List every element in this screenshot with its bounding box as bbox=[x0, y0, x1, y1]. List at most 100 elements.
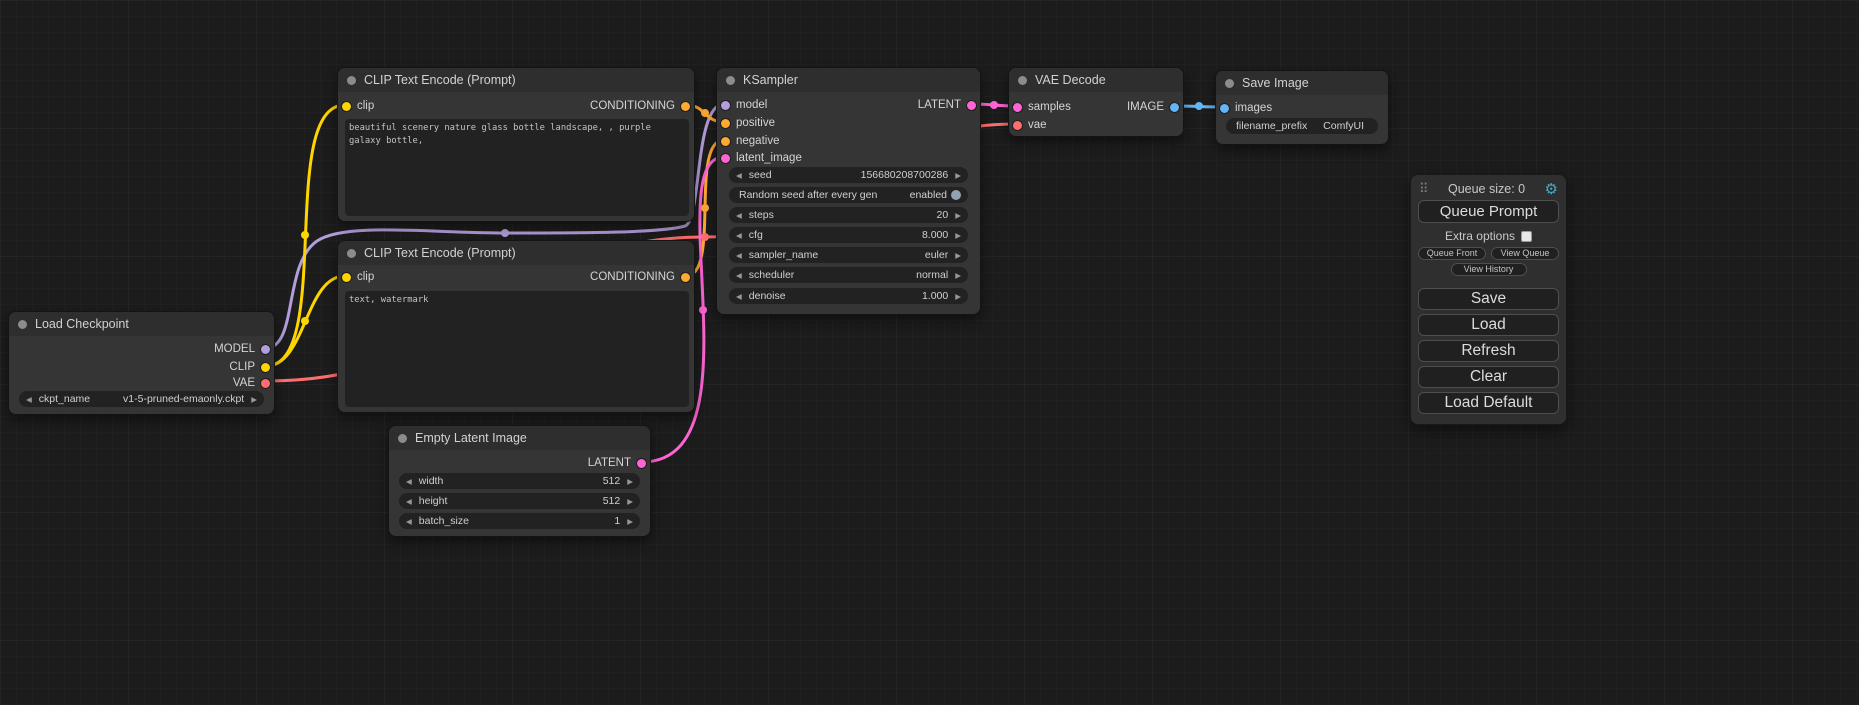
decrement-arrow-icon[interactable]: ◀ bbox=[736, 171, 742, 180]
load-button[interactable]: Load bbox=[1418, 314, 1559, 336]
decrement-arrow-icon[interactable]: ◀ bbox=[736, 251, 742, 260]
output-label: VAE bbox=[233, 377, 255, 389]
seed-widget[interactable]: ◀ seed 156680208700286 ▶ bbox=[729, 167, 968, 183]
queue-front-button[interactable]: Queue Front bbox=[1418, 247, 1486, 260]
toggle-knob[interactable] bbox=[951, 190, 961, 200]
node-clip-text-encode-positive[interactable]: CLIP Text Encode (Prompt) clip CONDITION… bbox=[337, 67, 695, 222]
model-input-port[interactable] bbox=[721, 101, 730, 110]
clip-output-port[interactable] bbox=[261, 363, 270, 372]
filename-prefix-widget[interactable]: filename_prefix ComfyUI bbox=[1226, 118, 1378, 134]
increment-arrow-icon[interactable]: ▶ bbox=[627, 497, 633, 506]
node-titlebar[interactable]: Load Checkpoint bbox=[9, 312, 274, 336]
decrement-arrow-icon[interactable]: ◀ bbox=[406, 497, 412, 506]
conditioning-output-port[interactable] bbox=[681, 273, 690, 282]
latent-output-port[interactable] bbox=[637, 459, 646, 468]
input-label: latent_image bbox=[736, 152, 802, 164]
scheduler-widget[interactable]: ◀ scheduler normal ▶ bbox=[729, 267, 968, 283]
increment-arrow-icon[interactable]: ▶ bbox=[627, 517, 633, 526]
save-button[interactable]: Save bbox=[1418, 288, 1559, 310]
node-titlebar[interactable]: Save Image bbox=[1216, 71, 1388, 95]
decrement-arrow-icon[interactable]: ◀ bbox=[736, 211, 742, 220]
decrement-arrow-icon[interactable]: ◀ bbox=[736, 271, 742, 280]
steps-widget[interactable]: ◀ steps 20 ▶ bbox=[729, 207, 968, 223]
node-titlebar[interactable]: VAE Decode bbox=[1009, 68, 1183, 92]
height-widget[interactable]: ◀ height 512 ▶ bbox=[399, 493, 640, 509]
decrement-arrow-icon[interactable]: ◀ bbox=[406, 517, 412, 526]
widget-label: sampler_name bbox=[749, 249, 818, 261]
node-vae-decode[interactable]: VAE Decode samples IMAGE vae bbox=[1008, 67, 1184, 137]
node-clip-text-encode-negative[interactable]: CLIP Text Encode (Prompt) clip CONDITION… bbox=[337, 240, 695, 413]
node-titlebar[interactable]: CLIP Text Encode (Prompt) bbox=[338, 241, 694, 265]
node-graph-canvas[interactable]: Load Checkpoint MODEL CLIP VAE ◀ ckpt_na… bbox=[0, 0, 1859, 705]
samples-input-port[interactable] bbox=[1013, 103, 1022, 112]
widget-value: 156680208700286 bbox=[861, 169, 949, 181]
model-output-port[interactable] bbox=[261, 345, 270, 354]
collapse-dot-icon[interactable] bbox=[1018, 76, 1027, 85]
node-empty-latent-image[interactable]: Empty Latent Image LATENT ◀ width 512 ▶ … bbox=[388, 425, 651, 537]
increment-arrow-icon[interactable]: ▶ bbox=[251, 395, 257, 404]
vae-output-port[interactable] bbox=[261, 379, 270, 388]
collapse-dot-icon[interactable] bbox=[347, 249, 356, 258]
collapse-dot-icon[interactable] bbox=[347, 76, 356, 85]
view-history-button[interactable]: View History bbox=[1451, 263, 1527, 276]
latent-image-input-port[interactable] bbox=[721, 154, 730, 163]
collapse-dot-icon[interactable] bbox=[18, 320, 27, 329]
negative-input-port[interactable] bbox=[721, 137, 730, 146]
increment-arrow-icon[interactable]: ▶ bbox=[955, 211, 961, 220]
node-save-image[interactable]: Save Image images filename_prefix ComfyU… bbox=[1215, 70, 1389, 145]
input-label: samples bbox=[1028, 101, 1071, 113]
collapse-dot-icon[interactable] bbox=[398, 434, 407, 443]
prompt-textarea[interactable]: text, watermark bbox=[345, 291, 689, 407]
input-label: clip bbox=[357, 100, 374, 112]
decrement-arrow-icon[interactable]: ◀ bbox=[406, 477, 412, 486]
widget-value: normal bbox=[916, 269, 948, 281]
load-default-button[interactable]: Load Default bbox=[1418, 392, 1559, 414]
width-widget[interactable]: ◀ width 512 ▶ bbox=[399, 473, 640, 489]
queue-prompt-button[interactable]: Queue Prompt bbox=[1418, 200, 1559, 223]
node-title: Load Checkpoint bbox=[35, 317, 129, 331]
node-load-checkpoint[interactable]: Load Checkpoint MODEL CLIP VAE ◀ ckpt_na… bbox=[8, 311, 275, 415]
extra-options-checkbox[interactable] bbox=[1521, 231, 1532, 242]
increment-arrow-icon[interactable]: ▶ bbox=[627, 477, 633, 486]
node-titlebar[interactable]: CLIP Text Encode (Prompt) bbox=[338, 68, 694, 92]
widget-label: filename_prefix bbox=[1236, 120, 1307, 132]
latent-output-port[interactable] bbox=[967, 101, 976, 110]
batch-size-widget[interactable]: ◀ batch_size 1 ▶ bbox=[399, 513, 640, 529]
clear-button[interactable]: Clear bbox=[1418, 366, 1559, 388]
wire-midpoint-dot bbox=[701, 233, 709, 241]
sampler-name-widget[interactable]: ◀ sampler_name euler ▶ bbox=[729, 247, 968, 263]
drag-handle-icon[interactable]: ⠿ bbox=[1419, 181, 1429, 197]
collapse-dot-icon[interactable] bbox=[726, 76, 735, 85]
node-ksampler[interactable]: KSampler model LATENT positive negative … bbox=[716, 67, 981, 315]
random-seed-toggle-widget[interactable]: Random seed after every gen enabled bbox=[729, 187, 968, 203]
widget-value: 20 bbox=[937, 209, 949, 221]
refresh-button[interactable]: Refresh bbox=[1418, 340, 1559, 362]
increment-arrow-icon[interactable]: ▶ bbox=[955, 251, 961, 260]
increment-arrow-icon[interactable]: ▶ bbox=[955, 292, 961, 301]
settings-gear-icon[interactable]: ⚙ bbox=[1545, 182, 1558, 197]
clip-input-port[interactable] bbox=[342, 273, 351, 282]
clip-input-port[interactable] bbox=[342, 102, 351, 111]
conditioning-output-port[interactable] bbox=[681, 102, 690, 111]
denoise-widget[interactable]: ◀ denoise 1.000 ▶ bbox=[729, 288, 968, 304]
widget-value: ComfyUI bbox=[1323, 120, 1364, 132]
decrement-arrow-icon[interactable]: ◀ bbox=[736, 231, 742, 240]
ckpt-name-widget[interactable]: ◀ ckpt_name v1-5-pruned-emaonly.ckpt ▶ bbox=[19, 391, 264, 407]
node-titlebar[interactable]: Empty Latent Image bbox=[389, 426, 650, 450]
positive-input-port[interactable] bbox=[721, 119, 730, 128]
increment-arrow-icon[interactable]: ▶ bbox=[955, 231, 961, 240]
output-label: LATENT bbox=[588, 457, 631, 469]
node-titlebar[interactable]: KSampler bbox=[717, 68, 980, 92]
view-queue-button[interactable]: View Queue bbox=[1491, 247, 1559, 260]
images-input-port[interactable] bbox=[1220, 104, 1229, 113]
decrement-arrow-icon[interactable]: ◀ bbox=[736, 292, 742, 301]
vae-input-port[interactable] bbox=[1013, 121, 1022, 130]
input-label: clip bbox=[357, 271, 374, 283]
image-output-port[interactable] bbox=[1170, 103, 1179, 112]
increment-arrow-icon[interactable]: ▶ bbox=[955, 271, 961, 280]
decrement-arrow-icon[interactable]: ◀ bbox=[26, 395, 32, 404]
cfg-widget[interactable]: ◀ cfg 8.000 ▶ bbox=[729, 227, 968, 243]
prompt-textarea[interactable]: beautiful scenery nature glass bottle la… bbox=[345, 119, 689, 216]
increment-arrow-icon[interactable]: ▶ bbox=[955, 171, 961, 180]
collapse-dot-icon[interactable] bbox=[1225, 79, 1234, 88]
